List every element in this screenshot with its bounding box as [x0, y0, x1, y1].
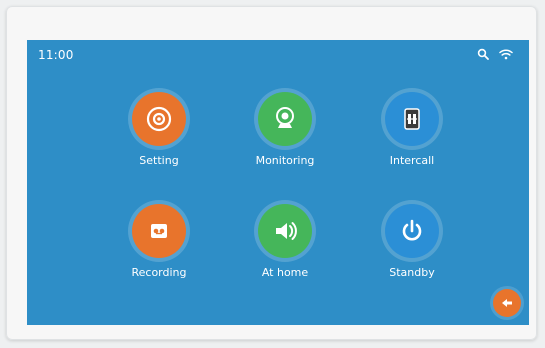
app-label-monitoring: Monitoring: [255, 154, 315, 167]
recording-button[interactable]: [132, 204, 186, 258]
app-label-at-home: At home: [261, 266, 309, 279]
app-setting[interactable]: Setting: [114, 92, 204, 182]
recording-icon: [151, 224, 167, 238]
app-recording[interactable]: Recording: [114, 204, 204, 294]
search-icon[interactable]: [477, 48, 489, 60]
app-monitoring[interactable]: Monitoring: [240, 92, 330, 182]
app-label-intercall: Intercall: [389, 154, 435, 167]
status-time: 11:00: [38, 48, 74, 62]
back-icon: [502, 299, 512, 307]
intercall-button[interactable]: [385, 92, 439, 146]
device-frame: 11:00 Setting Monitoring Intercall Recor…: [6, 6, 537, 340]
wifi-icon: [499, 48, 513, 60]
speaker-icon: [276, 222, 297, 240]
back-button[interactable]: [493, 289, 521, 317]
setting-button[interactable]: [132, 92, 186, 146]
app-standby[interactable]: Standby: [367, 204, 457, 294]
app-at-home[interactable]: At home: [240, 204, 330, 294]
monitoring-button[interactable]: [258, 92, 312, 146]
home-screen: 11:00 Setting Monitoring Intercall Recor…: [27, 40, 529, 325]
app-label-standby: Standby: [389, 266, 435, 279]
gear-icon: [146, 106, 172, 132]
app-label-setting: Setting: [139, 154, 179, 167]
standby-button[interactable]: [385, 204, 439, 258]
status-icons: [477, 48, 513, 60]
power-icon: [402, 219, 422, 241]
app-label-recording: Recording: [131, 266, 187, 279]
intercom-icon: [404, 108, 420, 130]
camera-icon: [276, 107, 294, 128]
at-home-button[interactable]: [258, 204, 312, 258]
app-intercall[interactable]: Intercall: [367, 92, 457, 182]
